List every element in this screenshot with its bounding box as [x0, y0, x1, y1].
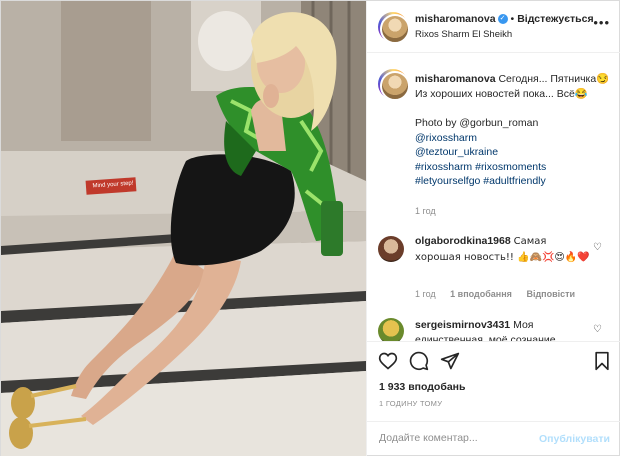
commenter-username[interactable]: olgaborodkina1968: [415, 235, 511, 247]
location-link[interactable]: Rixos Sharm El Sheikh: [415, 29, 512, 40]
instagram-post: Mind your step! misharomanova ✓ • Відстежує…: [0, 0, 620, 456]
commenter-avatar[interactable]: [378, 318, 404, 341]
action-bar: [367, 341, 620, 379]
caption-username[interactable]: misharomanova: [415, 73, 496, 85]
post-sidebar: misharomanova ✓ • Відстежується Rixos Sharm…: [366, 1, 620, 456]
post-header: misharomanova ✓ • Відстежується Rixos Sharm…: [367, 1, 620, 53]
author-username[interactable]: misharomanova: [415, 13, 496, 25]
caption-time[interactable]: 1 год: [415, 206, 436, 216]
like-comment-heart-icon[interactable]: ♡: [593, 324, 602, 335]
likes-count[interactable]: 1 933 вподобань: [379, 381, 465, 393]
caption-author-avatar[interactable]: [378, 69, 410, 101]
caption-link[interactable]: @teztour_ukraine: [415, 145, 611, 160]
comment-icon[interactable]: [409, 351, 429, 371]
verified-badge-icon: ✓: [497, 14, 508, 25]
comment-time[interactable]: 1 год: [415, 289, 436, 299]
separator-dot: •: [510, 13, 515, 25]
commenter-username[interactable]: sergeismirnov3431: [415, 319, 510, 331]
following-button[interactable]: Відстежується: [517, 13, 593, 25]
like-comment-heart-icon[interactable]: ♡: [593, 242, 602, 253]
heart-icon[interactable]: [378, 351, 398, 371]
photo-credit: Photo by @gorbun_roman: [415, 117, 539, 129]
share-icon[interactable]: [440, 351, 460, 371]
publish-button[interactable]: Опублікувати: [539, 433, 610, 445]
post-timestamp[interactable]: 1 ГОДИНУ ТОМУ: [379, 399, 442, 408]
caption-hashtags[interactable]: #letyourselfgo #adultfriendly: [415, 174, 611, 189]
photo-illustration: [1, 1, 366, 456]
author-avatar[interactable]: [378, 12, 410, 44]
bookmark-icon[interactable]: [592, 351, 612, 371]
comments-section[interactable]: misharomanova Сегодня... Пятничка😏Из хор…: [367, 54, 620, 341]
comment-input[interactable]: [379, 432, 539, 444]
comment-likes[interactable]: 1 вподобання: [450, 289, 512, 299]
add-comment-bar: Опублікувати: [367, 421, 620, 456]
header-line: misharomanova ✓ • Відстежується: [415, 13, 594, 25]
commenter-avatar[interactable]: [378, 236, 404, 262]
post-caption: misharomanova Сегодня... Пятничка😏Из хор…: [415, 72, 611, 189]
post-photo[interactable]: Mind your step!: [1, 1, 366, 456]
comment-meta: 1 год 1 вподобання Відповісти: [415, 289, 587, 299]
caption-hashtags[interactable]: #rixossharm #rixosmoments: [415, 160, 611, 175]
reply-button[interactable]: Відповісти: [526, 289, 575, 299]
more-options-button[interactable]: •••: [593, 15, 610, 30]
caption-link[interactable]: @rixossharm: [415, 131, 611, 146]
comment-body: sergeismirnov3431 Моя единственная, моё …: [415, 318, 591, 341]
comment-body: olgaborodkina1968 Самая хорошая новость!…: [415, 234, 591, 265]
